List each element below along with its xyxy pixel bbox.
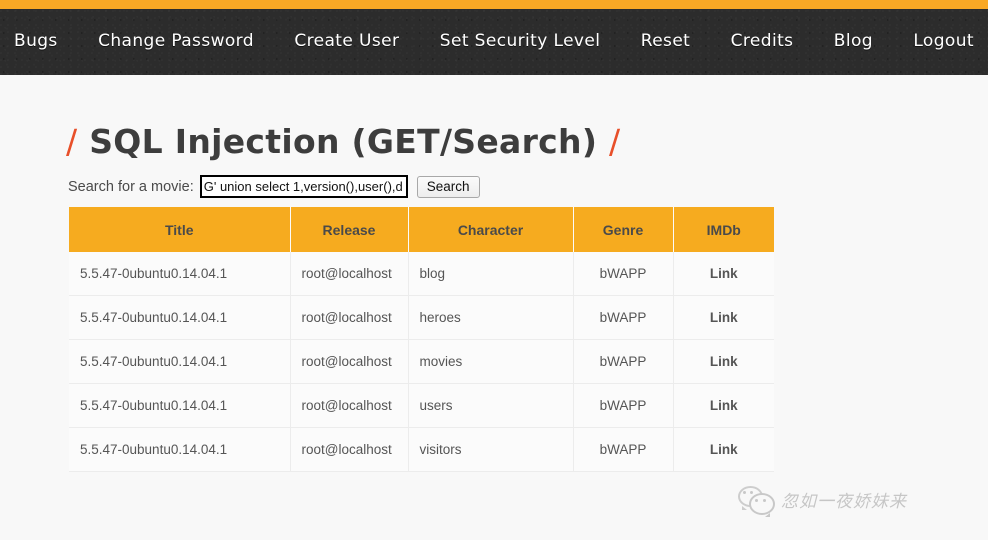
column-header-genre: Genre <box>573 207 673 252</box>
cell-character: visitors <box>408 428 573 472</box>
cell-title: 5.5.47-0ubuntu0.14.04.1 <box>69 340 290 384</box>
wechat-icon-eye <box>743 491 746 494</box>
nav-item-credits[interactable]: Credits <box>731 31 794 51</box>
search-input[interactable] <box>200 175 408 198</box>
table-body: 5.5.47-0ubuntu0.14.04.1 root@localhost b… <box>69 252 774 472</box>
title-slash-right: / <box>609 122 620 161</box>
search-button[interactable]: Search <box>417 176 480 198</box>
nav-item-change-password[interactable]: Change Password <box>98 31 254 51</box>
cell-title: 5.5.47-0ubuntu0.14.04.1 <box>69 384 290 428</box>
nav-item-logout[interactable]: Logout <box>913 31 974 51</box>
search-label: Search for a movie: <box>68 179 194 195</box>
cell-imdb-link[interactable]: Link <box>673 252 774 296</box>
main-navigation-bar: Bugs Change Password Create User Set Sec… <box>0 9 988 75</box>
table-row: 5.5.47-0ubuntu0.14.04.1 root@localhost b… <box>69 252 774 296</box>
nav-item-set-security-level[interactable]: Set Security Level <box>440 31 601 51</box>
cell-genre: bWAPP <box>573 296 673 340</box>
column-header-release: Release <box>290 207 408 252</box>
cell-genre: bWAPP <box>573 252 673 296</box>
cell-imdb-link[interactable]: Link <box>673 296 774 340</box>
table-header-row: Title Release Character Genre IMDb <box>69 207 774 252</box>
cell-title: 5.5.47-0ubuntu0.14.04.1 <box>69 428 290 472</box>
cell-character: blog <box>408 252 573 296</box>
cell-release: root@localhost <box>290 428 408 472</box>
page-title: / SQL Injection (GET/Search) / <box>66 122 620 161</box>
table-row: 5.5.47-0ubuntu0.14.04.1 root@localhost v… <box>69 428 774 472</box>
wechat-icon-eye <box>755 499 758 502</box>
cell-character: users <box>408 384 573 428</box>
wechat-icon-eye <box>763 499 766 502</box>
column-header-character: Character <box>408 207 573 252</box>
cell-genre: bWAPP <box>573 428 673 472</box>
cell-release: root@localhost <box>290 296 408 340</box>
cell-release: root@localhost <box>290 384 408 428</box>
cell-character: movies <box>408 340 573 384</box>
nav-item-reset[interactable]: Reset <box>641 31 691 51</box>
cell-release: root@localhost <box>290 340 408 384</box>
wechat-icon <box>738 486 772 512</box>
cell-character: heroes <box>408 296 573 340</box>
wechat-icon-eye <box>750 491 753 494</box>
cell-title: 5.5.47-0ubuntu0.14.04.1 <box>69 296 290 340</box>
cell-genre: bWAPP <box>573 340 673 384</box>
nav-item-blog[interactable]: Blog <box>834 31 873 51</box>
table-row: 5.5.47-0ubuntu0.14.04.1 root@localhost u… <box>69 384 774 428</box>
wechat-icon-bubble-front <box>749 493 775 515</box>
results-table: Title Release Character Genre IMDb 5.5.4… <box>69 207 774 472</box>
nav-item-bugs[interactable]: Bugs <box>14 31 58 51</box>
title-slash-left: / <box>66 122 77 161</box>
cell-genre: bWAPP <box>573 384 673 428</box>
nav-item-list: Bugs Change Password Create User Set Sec… <box>0 31 988 51</box>
cell-imdb-link[interactable]: Link <box>673 340 774 384</box>
top-accent-bar <box>0 0 988 9</box>
column-header-imdb: IMDb <box>673 207 774 252</box>
cell-imdb-link[interactable]: Link <box>673 384 774 428</box>
nav-item-create-user[interactable]: Create User <box>294 31 399 51</box>
column-header-title: Title <box>69 207 290 252</box>
page-title-text: SQL Injection (GET/Search) <box>89 122 597 161</box>
table-row: 5.5.47-0ubuntu0.14.04.1 root@localhost h… <box>69 296 774 340</box>
cell-release: root@localhost <box>290 252 408 296</box>
watermark: 忽如一夜娇妹来 <box>738 486 907 512</box>
table-row: 5.5.47-0ubuntu0.14.04.1 root@localhost m… <box>69 340 774 384</box>
search-form: Search for a movie: Search <box>68 175 480 198</box>
table-header: Title Release Character Genre IMDb <box>69 207 774 252</box>
watermark-text: 忽如一夜娇妹来 <box>781 487 907 512</box>
cell-title: 5.5.47-0ubuntu0.14.04.1 <box>69 252 290 296</box>
cell-imdb-link[interactable]: Link <box>673 428 774 472</box>
